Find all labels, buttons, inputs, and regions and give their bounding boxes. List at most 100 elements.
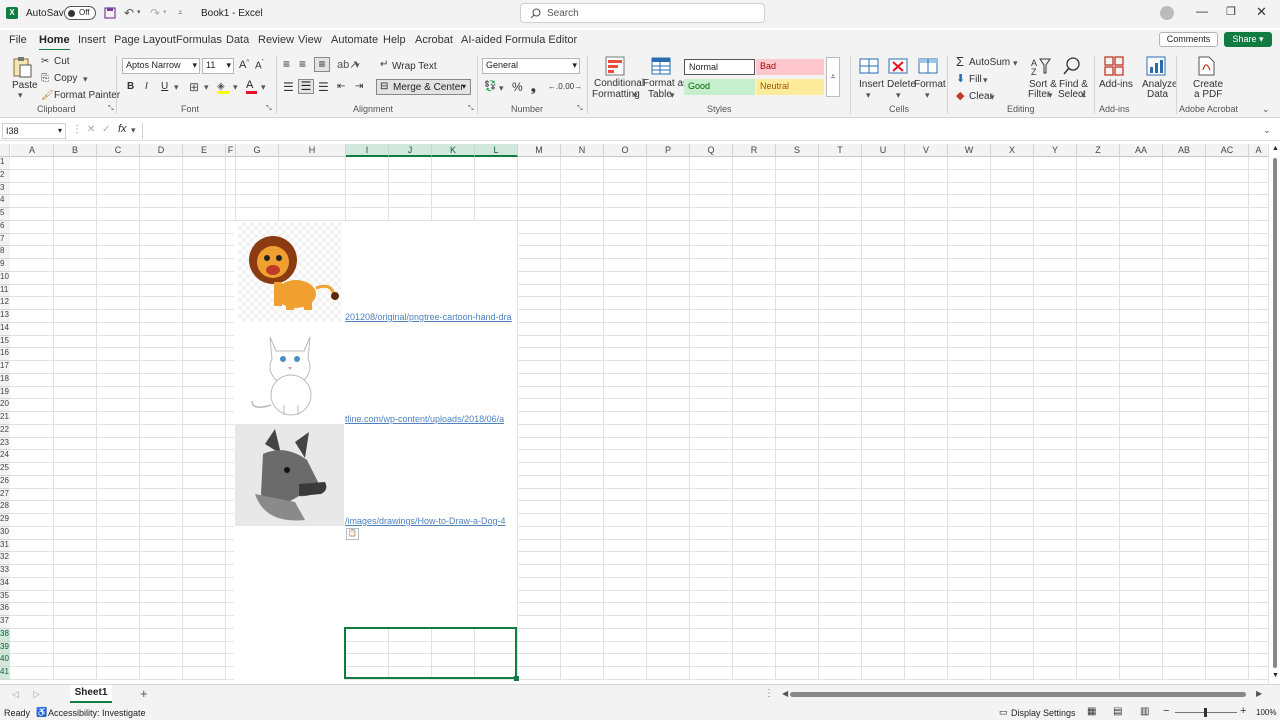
row-header[interactable]: 10 xyxy=(0,271,10,285)
minimize-icon[interactable]: — xyxy=(1196,4,1208,18)
row-header[interactable]: 38 xyxy=(0,628,10,642)
page-break-view-icon[interactable]: ▥ xyxy=(1140,706,1149,717)
collapse-ribbon-icon[interactable]: ⌄ xyxy=(1262,104,1270,115)
redo-dropdown-icon[interactable]: ▾ xyxy=(163,8,167,16)
insert-cells-button[interactable]: Insert xyxy=(859,79,884,90)
font-size-select[interactable]: 11 ▾ xyxy=(202,58,234,74)
underline-icon[interactable]: U xyxy=(161,81,168,92)
formula-input[interactable] xyxy=(142,123,1274,139)
italic-icon[interactable]: I xyxy=(145,81,148,92)
column-header[interactable]: Z xyxy=(1077,144,1120,157)
row-header[interactable]: 8 xyxy=(0,246,10,259)
align-left-icon[interactable]: ☰ xyxy=(283,80,294,94)
scroll-sheets-right-icon[interactable]: ▷ xyxy=(33,689,40,700)
expand-formula-bar-icon[interactable]: ⌄ xyxy=(1263,125,1271,136)
format-dropdown-icon[interactable]: ▾ xyxy=(925,90,930,101)
insert-dropdown-icon[interactable]: ▾ xyxy=(866,90,871,101)
page-layout-view-icon[interactable]: ▤ xyxy=(1113,706,1122,717)
fill-handle[interactable] xyxy=(514,676,519,681)
close-icon[interactable]: ✕ xyxy=(1256,4,1267,20)
font-color-icon[interactable]: A xyxy=(246,79,258,94)
comments-button[interactable]: Comments xyxy=(1159,32,1218,47)
column-header[interactable]: V xyxy=(905,144,948,157)
row-header[interactable]: 9 xyxy=(0,259,10,272)
share-button[interactable]: Share ▾ xyxy=(1224,32,1272,47)
tab-review[interactable]: Review xyxy=(258,34,294,46)
row-header[interactable]: 32 xyxy=(0,552,10,565)
fill-button[interactable]: Fill xyxy=(969,74,982,85)
zoom-level[interactable]: 100% xyxy=(1256,708,1276,717)
increase-font-icon[interactable]: A^ xyxy=(239,59,249,71)
fill-dropdown-icon[interactable]: ▾ xyxy=(983,75,988,86)
align-top-icon[interactable]: ≡ xyxy=(283,57,290,71)
column-header[interactable]: A xyxy=(1249,144,1269,157)
row-header[interactable]: 18 xyxy=(0,373,10,387)
autosave-toggle[interactable]: Off xyxy=(64,6,96,20)
analyze-data-icon[interactable] xyxy=(1145,55,1167,77)
row-header[interactable]: 17 xyxy=(0,361,10,374)
format-painter-button[interactable]: Format Painter xyxy=(54,90,120,101)
format-cells-button[interactable]: Format xyxy=(914,79,946,90)
tab-automate[interactable]: Automate xyxy=(331,34,378,46)
column-header[interactable]: P xyxy=(647,144,690,157)
tab-acrobat[interactable]: Acrobat xyxy=(415,34,453,46)
column-header[interactable]: X xyxy=(991,144,1034,157)
row-header[interactable]: 14 xyxy=(0,322,10,336)
redo-icon[interactable]: ↷ xyxy=(150,6,160,20)
conditional-formatting-button[interactable]: Conditional xyxy=(594,78,644,89)
wrap-text-icon[interactable]: ↵ xyxy=(380,59,388,70)
select-all-corner[interactable] xyxy=(0,144,10,157)
column-header[interactable]: B xyxy=(54,144,97,157)
find-select-dropdown-icon[interactable]: ▾ xyxy=(1081,90,1086,101)
wrap-text-button[interactable]: Wrap Text xyxy=(392,61,437,72)
borders-dropdown-icon[interactable]: ▾ xyxy=(204,82,209,93)
row-header[interactable]: 2 xyxy=(0,169,10,183)
add-ins-icon[interactable] xyxy=(1103,55,1125,77)
scroll-left-icon[interactable]: ◀ xyxy=(782,689,788,698)
customize-toolbar-icon[interactable]: ⩡ xyxy=(178,8,183,18)
cut-button[interactable]: Cut xyxy=(54,56,70,67)
underline-dropdown-icon[interactable]: ▾ xyxy=(174,82,179,93)
row-header[interactable]: 23 xyxy=(0,437,10,451)
insert-function-button[interactable]: fx xyxy=(118,123,127,135)
row-header[interactable]: 6 xyxy=(0,220,10,234)
add-ins-button[interactable]: Add-ins xyxy=(1099,79,1133,90)
format-as-table-icon[interactable] xyxy=(650,55,672,77)
tab-home[interactable]: Home xyxy=(39,34,70,51)
column-header[interactable]: G xyxy=(236,144,279,157)
row-header[interactable]: 20 xyxy=(0,399,10,412)
column-header[interactable]: O xyxy=(604,144,647,157)
align-right-icon[interactable]: ☰ xyxy=(318,80,329,94)
cut-icon[interactable]: ✂ xyxy=(41,56,49,67)
sort-filter-icon[interactable]: AZ xyxy=(1030,55,1052,77)
tab-ai-formula-editor[interactable]: AI-aided Formula Editor xyxy=(461,34,577,46)
column-header[interactable]: AB xyxy=(1163,144,1206,157)
cancel-entry-icon[interactable]: ✕ xyxy=(87,124,95,135)
row-header[interactable]: 22 xyxy=(0,424,10,438)
row-header[interactable]: 15 xyxy=(0,335,10,349)
column-header[interactable]: W xyxy=(948,144,991,157)
copy-dropdown-icon[interactable]: ▾ xyxy=(83,74,88,85)
style-bad[interactable]: Bad xyxy=(756,59,824,75)
image-url-link-2[interactable]: tline.com/wp-content/uploads/2018/06/a xyxy=(345,414,516,424)
row-header[interactable]: 3 xyxy=(0,182,10,196)
column-header[interactable]: D xyxy=(140,144,183,157)
style-neutral[interactable]: Neutral xyxy=(756,79,824,95)
column-header[interactable]: Y xyxy=(1034,144,1077,157)
vertical-scrollbar[interactable]: ▲ ▼ xyxy=(1268,144,1280,684)
bold-icon[interactable]: B xyxy=(127,81,134,92)
row-header[interactable]: 4 xyxy=(0,195,10,208)
column-header[interactable]: H xyxy=(279,144,346,157)
accessibility-status[interactable]: Accessibility: Investigate xyxy=(48,708,146,718)
user-avatar[interactable] xyxy=(1160,6,1174,20)
row-header[interactable]: 24 xyxy=(0,450,10,463)
row-header[interactable]: 34 xyxy=(0,577,10,591)
undo-dropdown-icon[interactable]: ▾ xyxy=(137,8,141,16)
row-header[interactable]: 36 xyxy=(0,603,10,616)
cat-image[interactable] xyxy=(238,325,341,422)
alignment-launcher-icon[interactable]: ⤡ xyxy=(468,105,474,113)
column-header[interactable]: T xyxy=(819,144,862,157)
tab-view[interactable]: View xyxy=(298,34,322,46)
column-header[interactable]: A xyxy=(11,144,54,157)
tab-file[interactable]: File xyxy=(9,34,27,46)
